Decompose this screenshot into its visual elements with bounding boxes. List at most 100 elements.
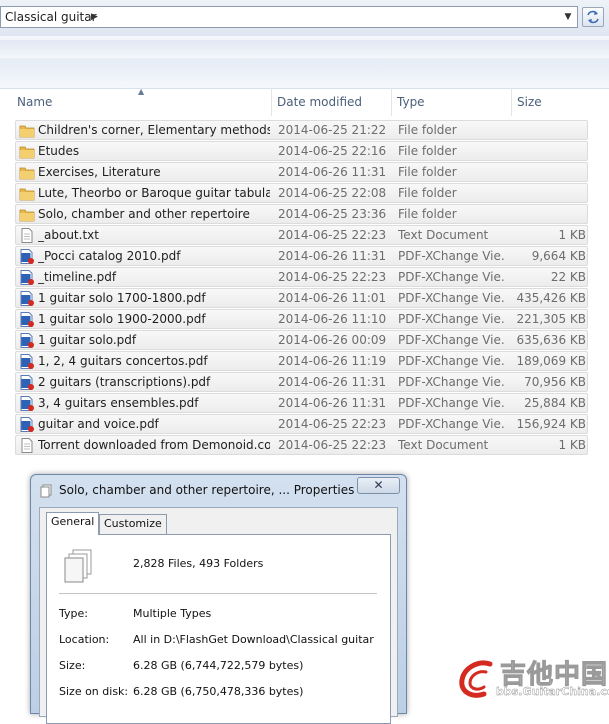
- file-name: guitar and voice.pdf: [38, 417, 159, 431]
- file-type: PDF-XChange Vie...: [398, 270, 506, 284]
- command-bar: [0, 36, 609, 89]
- file-date: 2014-06-26 11:31: [278, 375, 387, 389]
- file-date: 2014-06-25 21:22: [278, 123, 387, 137]
- guitar-logo-icon: [459, 660, 493, 698]
- pdf-file-icon: [19, 333, 35, 348]
- size-on-disk-label: Size on disk:: [59, 685, 129, 698]
- address-path[interactable]: Classical guitar: [5, 10, 97, 24]
- file-size: 1 KB: [558, 228, 586, 242]
- column-header-type[interactable]: Type: [392, 88, 512, 116]
- list-item[interactable]: 1, 2, 4 guitars concertos.pdf 2014-06-26 …: [15, 351, 588, 371]
- list-item[interactable]: Solo, chamber and other repertoire 2014-0…: [15, 204, 588, 224]
- location-value: All in D:\FlashGet Download\Classical gu…: [133, 633, 374, 646]
- file-name: Children's corner, Elementary methods: [38, 123, 270, 137]
- file-date: 2014-06-25 22:16: [278, 144, 387, 158]
- pdf-file-icon: [19, 396, 35, 411]
- pdf-file-icon: [19, 312, 35, 327]
- watermark-url: bbs.GuitarChina.com: [496, 685, 609, 698]
- file-type: File folder: [398, 207, 457, 221]
- file-type: File folder: [398, 186, 457, 200]
- pdf-file-icon: [19, 375, 35, 390]
- file-size: 221,305 KB: [516, 312, 586, 326]
- list-item[interactable]: Children's corner, Elementary methods 201…: [15, 120, 588, 140]
- column-header-size[interactable]: Size: [512, 88, 608, 116]
- file-type: PDF-XChange Vie...: [398, 354, 506, 368]
- file-name: 3, 4 guitars ensembles.pdf: [38, 396, 199, 410]
- address-bar[interactable]: Classical guitar ▶ ▼: [0, 6, 578, 28]
- tab-general[interactable]: General: [46, 512, 100, 535]
- close-icon: ✕: [373, 478, 384, 492]
- multiple-files-icon: [64, 549, 92, 583]
- list-item[interactable]: 2 guitars (transcriptions).pdf 2014-06-26…: [15, 372, 588, 392]
- file-type: PDF-XChange Vie...: [398, 312, 506, 326]
- type-label: Type:: [59, 607, 88, 620]
- file-type: File folder: [398, 144, 457, 158]
- file-date: 2014-06-25 22:23: [278, 438, 387, 452]
- file-name: Exercises, Literature: [38, 165, 161, 179]
- file-date: 2014-06-25 22:23: [278, 228, 387, 242]
- file-type: PDF-XChange Vie...: [398, 333, 506, 347]
- file-type: PDF-XChange Vie...: [398, 417, 506, 431]
- address-bar-strip: Classical guitar ▶ ▼: [0, 0, 609, 36]
- list-item[interactable]: 3, 4 guitars ensembles.pdf 2014-06-26 11:…: [15, 393, 588, 413]
- file-name: _timeline.pdf: [38, 270, 117, 284]
- file-size: 9,664 KB: [531, 249, 586, 263]
- general-tab-panel: 2,828 Files, 493 Folders Type: Multiple …: [46, 534, 391, 724]
- chevron-right-icon[interactable]: ▶: [91, 12, 98, 22]
- file-date: 2014-06-26 00:09: [278, 333, 387, 347]
- list-item[interactable]: Torrent downloaded from Demonoid.co... 20…: [15, 435, 588, 455]
- folder-icon: [19, 144, 35, 159]
- file-date: 2014-06-26 11:10: [278, 312, 387, 326]
- file-date: 2014-06-26 11:31: [278, 165, 387, 179]
- chevron-down-icon[interactable]: ▼: [561, 10, 575, 24]
- file-type: File folder: [398, 123, 457, 137]
- list-item[interactable]: Lute, Theorbo or Baroque guitar tabulatu…: [15, 183, 588, 203]
- list-item[interactable]: 1 guitar solo 1700-1800.pdf 2014-06-26 11…: [15, 288, 588, 308]
- file-size: 1 KB: [558, 438, 586, 452]
- refresh-button[interactable]: [582, 7, 604, 27]
- list-item[interactable]: Exercises, Literature 2014-06-26 11:31 Fil…: [15, 162, 588, 182]
- file-date: 2014-06-26 11:31: [278, 396, 387, 410]
- location-label: Location:: [59, 633, 110, 646]
- folder-icon: [19, 165, 35, 180]
- pdf-file-icon: [19, 270, 35, 285]
- close-button[interactable]: ✕: [357, 477, 400, 494]
- list-item[interactable]: _timeline.pdf 2014-06-25 22:23 PDF-XChange…: [15, 267, 588, 287]
- list-item[interactable]: _about.txt 2014-06-25 22:23 Text Document 1…: [15, 225, 588, 245]
- list-item[interactable]: _Pocci catalog 2010.pdf 2014-06-26 11:31 P…: [15, 246, 588, 266]
- file-name: Solo, chamber and other repertoire: [38, 207, 250, 221]
- tab-customize[interactable]: Customize: [99, 514, 167, 534]
- file-date: 2014-06-26 11:31: [278, 249, 387, 263]
- list-item[interactable]: guitar and voice.pdf 2014-06-25 22:23 PDF-…: [15, 414, 588, 434]
- file-date: 2014-06-25 22:23: [278, 270, 387, 284]
- file-date: 2014-06-25 23:36: [278, 207, 387, 221]
- file-type: PDF-XChange Vie...: [398, 375, 506, 389]
- text-file-icon: [19, 228, 35, 243]
- text-file-icon: [19, 438, 35, 453]
- dialog-body: General Customize 2,828 Files, 493 Folde…: [39, 507, 398, 724]
- file-count-summary: 2,828 Files, 493 Folders: [133, 557, 264, 570]
- file-name: 1 guitar solo.pdf: [38, 333, 137, 347]
- pdf-file-icon: [19, 417, 35, 432]
- folder-icon: [19, 186, 35, 201]
- refresh-icon: [587, 10, 599, 24]
- column-header-date-modified[interactable]: Date modified: [272, 88, 392, 116]
- file-name: Torrent downloaded from Demonoid.co...: [38, 438, 270, 452]
- command-bar-band: [0, 40, 609, 58]
- file-name: Lute, Theorbo or Baroque guitar tabulatu…: [38, 186, 270, 200]
- file-size: 635,636 KB: [516, 333, 586, 347]
- file-date: 2014-06-25 22:23: [278, 417, 387, 431]
- list-item[interactable]: 1 guitar solo.pdf 2014-06-26 00:09 PDF-XCh…: [15, 330, 588, 350]
- divider: [59, 593, 377, 594]
- list-item[interactable]: 1 guitar solo 1900-2000.pdf 2014-06-26 11…: [15, 309, 588, 329]
- file-name: _about.txt: [38, 228, 99, 242]
- file-size: 70,956 KB: [524, 375, 586, 389]
- list-item[interactable]: Etudes 2014-06-25 22:16 File folder: [15, 141, 588, 161]
- file-type: Text Document: [398, 438, 489, 452]
- size-value: 6.28 GB (6,744,722,579 bytes): [133, 659, 304, 672]
- watermark: 吉他中国 bbs.GuitarChina.com: [456, 654, 609, 702]
- file-type: PDF-XChange Vie...: [398, 396, 506, 410]
- file-type: PDF-XChange Vie...: [398, 249, 506, 263]
- pdf-file-icon: [19, 249, 35, 264]
- properties-title-icon: [40, 484, 52, 498]
